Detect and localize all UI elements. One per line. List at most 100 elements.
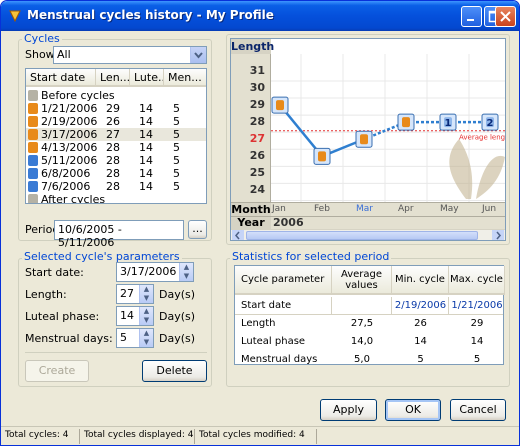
show-select-value: All — [57, 48, 71, 61]
menstrual-label: Menstrual days: — [25, 332, 113, 345]
scroll-thumb[interactable] — [246, 231, 478, 240]
column-header-luteal[interactable]: Lute... — [130, 69, 164, 87]
cycle-point-marker[interactable] — [271, 96, 289, 114]
cycle-icon — [28, 168, 38, 179]
list-item[interactable]: 5/11/2006 28 14 5 — [26, 154, 206, 167]
stats-cell: 1/21/2006 — [451, 300, 503, 311]
apply-button[interactable]: Apply — [320, 399, 377, 421]
menstrual-value: 5 — [120, 331, 127, 344]
butterfly-watermark — [449, 139, 505, 199]
period-field[interactable]: 10/6/2005 - 5/11/2006 — [54, 220, 184, 249]
spin-up-icon[interactable]: ▲ — [180, 263, 193, 272]
cycle-point-marker[interactable] — [355, 130, 373, 148]
spin-down-icon[interactable]: ▼ — [140, 294, 153, 303]
start-date-field[interactable]: 3/17/2006 ▲ ▼ — [116, 262, 194, 282]
show-select[interactable]: All — [53, 46, 207, 64]
spin-down-icon[interactable]: ▼ — [140, 316, 153, 325]
spin-up-icon[interactable]: ▲ — [140, 285, 153, 294]
luteal-unit: Day(s) — [159, 310, 196, 323]
menstrual-spinner[interactable]: ▲ ▼ — [139, 329, 153, 347]
list-item[interactable]: 3/17/2006 27 14 5 — [26, 128, 206, 141]
cycle-icon — [28, 155, 38, 166]
cell-lut: 14 — [139, 128, 153, 141]
cell-len: 28 — [106, 154, 120, 167]
cell-date: Before cycles — [41, 89, 115, 102]
chevron-down-icon[interactable] — [190, 47, 206, 63]
cycle-point-marker[interactable] — [313, 147, 331, 165]
menstrual-stepper[interactable]: 5 ▲ ▼ — [116, 328, 154, 348]
stats-column-header[interactable]: Average values — [332, 266, 392, 295]
cell-lut: 14 — [139, 102, 153, 115]
luteal-spinner[interactable]: ▲ ▼ — [139, 307, 153, 325]
cycle-length-chart[interactable]: Length 31 30 29 28 27 26 25 24 Average length 1 2… — [230, 38, 506, 241]
stats-divider — [391, 297, 392, 315]
period-browse-button[interactable]: ... — [188, 220, 207, 239]
cycle-point-marker[interactable]: 1 — [439, 113, 457, 131]
stats-cell: 5 — [473, 354, 481, 365]
cell-lut: 14 — [139, 141, 153, 154]
stats-cell: 26 — [414, 318, 427, 329]
list-item[interactable]: Before cycles — [26, 89, 206, 102]
title-bar[interactable]: Menstrual cycles history - My Profile — [1, 1, 519, 31]
cycle-point-marker[interactable]: 2 — [481, 113, 499, 131]
close-button[interactable] — [495, 6, 516, 27]
cycle-icon — [28, 181, 38, 192]
cell-men: 5 — [173, 141, 180, 154]
cell-date: 3/17/2006 — [41, 128, 98, 141]
minimize-icon — [467, 19, 474, 21]
spin-down-icon[interactable]: ▼ — [180, 272, 193, 281]
column-header-length[interactable]: Len... — [96, 69, 130, 87]
list-item[interactable]: 1/21/2006 29 14 5 — [26, 102, 206, 115]
stats-column-header[interactable]: Cycle parameter — [235, 266, 332, 295]
cell-lut: 14 — [139, 154, 153, 167]
list-item[interactable]: After cycles — [26, 193, 206, 203]
stats-column-header[interactable]: Max. cycle — [449, 266, 505, 295]
column-header-start-date[interactable]: Start date — [26, 69, 96, 87]
ok-button[interactable]: OK — [385, 399, 441, 421]
stats-cell: 5,0 — [354, 354, 370, 365]
status-displayed-cycles: Total cycles displayed: 4 — [84, 430, 194, 440]
list-item[interactable]: 2/19/2006 26 14 5 — [26, 115, 206, 128]
length-spinner[interactable]: ▲ ▼ — [139, 285, 153, 303]
start-date-value: 3/17/2006 — [120, 265, 177, 278]
cell-lut: 14 — [139, 180, 153, 193]
stats-column-header[interactable]: Min. cycle — [392, 266, 449, 295]
cell-men: 5 — [173, 115, 180, 128]
spin-up-icon[interactable]: ▲ — [140, 307, 153, 316]
cycles-group-label: Cycles — [22, 32, 62, 45]
list-item[interactable]: 4/13/2006 28 14 5 — [26, 141, 206, 154]
start-date-label: Start date: — [25, 266, 84, 279]
create-button[interactable]: Create — [25, 360, 89, 382]
minimize-button[interactable] — [461, 6, 482, 27]
length-unit: Day(s) — [159, 288, 196, 301]
app-window: Menstrual cycles history - My Profile Cy… — [0, 0, 520, 446]
luteal-value: 14 — [120, 309, 134, 322]
scroll-left-icon[interactable] — [232, 230, 244, 241]
spin-down-icon[interactable]: ▼ — [140, 338, 153, 347]
length-stepper[interactable]: 27 ▲ ▼ — [116, 284, 154, 304]
point-data-label: 1 — [445, 118, 452, 129]
cycles-list[interactable]: Start date Len... Lute... Men... Before … — [25, 68, 207, 204]
scroll-right-icon[interactable] — [492, 230, 504, 241]
cycle-point-marker[interactable] — [397, 113, 415, 131]
spin-up-icon[interactable]: ▲ — [140, 329, 153, 338]
month-tick-label: Jun — [482, 204, 497, 214]
status-separator — [194, 429, 195, 444]
status-total-cycles: Total cycles: 4 — [5, 430, 69, 440]
length-label: Length: — [25, 288, 67, 301]
stats-cell: Menstrual days — [241, 354, 318, 365]
delete-button[interactable]: Delete — [142, 360, 207, 382]
start-date-spinner[interactable]: ▲ ▼ — [179, 263, 193, 281]
stats-group-label: Statistics for selected period — [230, 250, 392, 263]
cell-men: 5 — [173, 128, 180, 141]
cell-date: 5/11/2006 — [41, 154, 98, 167]
column-header-menstrual[interactable]: Men... — [164, 69, 206, 87]
status-modified-cycles: Total cycles modified: 4 — [199, 430, 305, 440]
stats-cell: 14 — [470, 336, 484, 347]
list-item[interactable]: 6/8/2006 28 14 5 — [26, 167, 206, 180]
list-item[interactable]: 7/6/2006 28 14 5 — [26, 180, 206, 193]
luteal-stepper[interactable]: 14 ▲ ▼ — [116, 306, 154, 326]
cell-len: 26 — [106, 115, 120, 128]
chart-scrollbar[interactable] — [231, 229, 505, 241]
cancel-button[interactable]: Cancel — [450, 399, 506, 421]
